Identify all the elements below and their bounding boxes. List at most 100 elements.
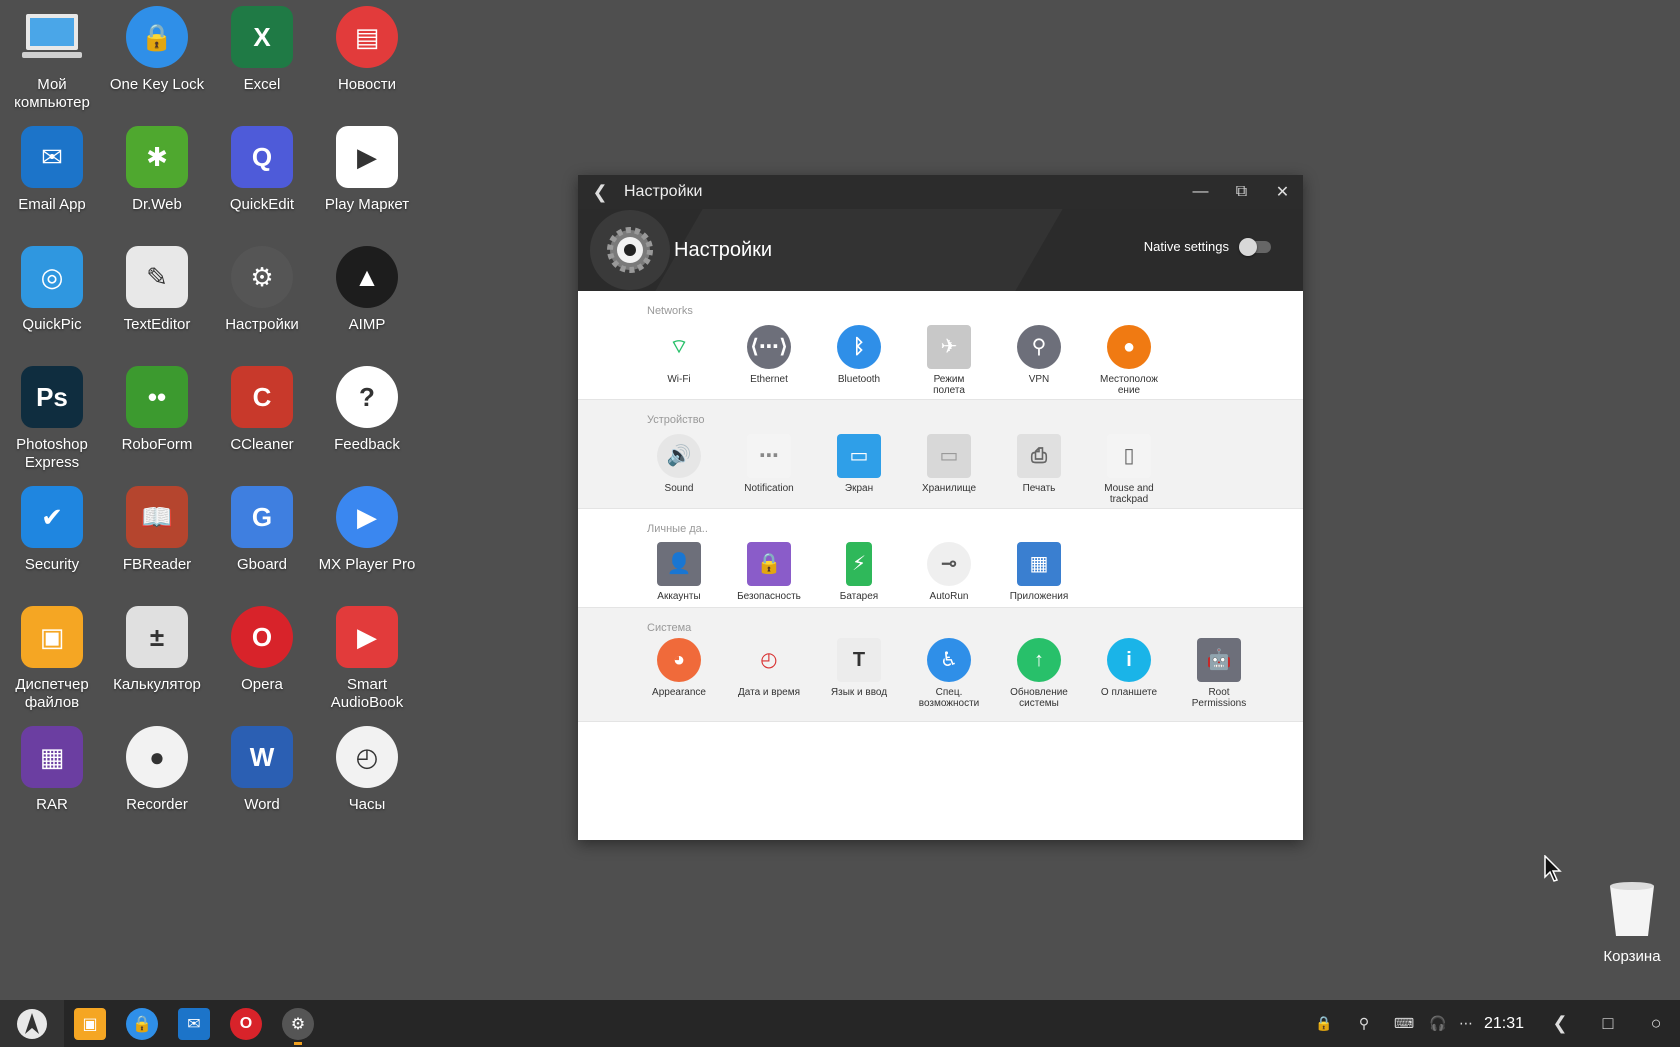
desktop-shortcut-excel[interactable]: X Excel [207, 6, 317, 94]
desktop-shortcut-book[interactable]: 📖 FBReader [102, 486, 212, 574]
lock-icon[interactable]: 🔒 [1304, 1015, 1344, 1032]
settings-item-language[interactable]: T Язык и ввод [814, 638, 904, 709]
desktop-shortcut-computer[interactable]: Мой компьютер [0, 6, 107, 112]
settings-item-vpn[interactable]: ⚲ VPN [994, 325, 1084, 396]
native-settings-label: Native settings [1143, 239, 1229, 254]
desktop-shortcut-recorder[interactable]: ● Recorder [102, 726, 212, 814]
settings-item-accessibility[interactable]: ♿ Спец. возможности [904, 638, 994, 709]
trash-label: Корзина [1603, 948, 1661, 965]
bluetooth-icon: ᛒ [837, 325, 881, 369]
desktop-shortcut-clock[interactable]: ◴ Часы [312, 726, 422, 814]
appearance-icon: ◕ [657, 638, 701, 682]
lock-icon: 🔒 [126, 6, 188, 68]
desktop-shortcut-roboform[interactable]: •• RoboForm [102, 366, 212, 454]
settings-item-wifi[interactable]: ⌔ Wi-Fi [634, 325, 724, 396]
lock-icon: 🔒 [126, 1007, 158, 1040]
word-icon: W [231, 726, 293, 788]
settings-item-autorun[interactable]: ⊸ AutoRun [904, 542, 994, 602]
taskbar-app-settings[interactable]: ⚙ [272, 1000, 324, 1047]
gear-icon [590, 210, 670, 290]
desktop-shortcut-audiobook[interactable]: ▶ Smart AudioBook [312, 606, 422, 712]
settings-item-label: Безопасность [737, 591, 801, 602]
photoshop-icon: Ps [21, 366, 83, 428]
back-button[interactable]: ❮ [578, 182, 622, 203]
settings-item-label: Печать [1022, 483, 1056, 494]
taskbar-app-one-key-lock[interactable]: 🔒 [116, 1000, 168, 1047]
autorun-icon: ⊸ [927, 542, 971, 586]
desktop-shortcut-keyboard[interactable]: G Gboard [207, 486, 317, 574]
settings-item-account[interactable]: 👤 Аккаунты [634, 542, 724, 602]
desktop-shortcut-picture[interactable]: ◎ QuickPic [0, 246, 107, 334]
desktop-shortcut-pen[interactable]: ✎ TextEditor [102, 246, 212, 334]
desktop-shortcut-lock[interactable]: 🔒 One Key Lock [102, 6, 212, 94]
settings-item-printer[interactable]: ⎙ Печать [994, 434, 1084, 505]
desktop-shortcut-rar[interactable]: ▦ RAR [0, 726, 107, 814]
settings-item-update[interactable]: ↑ Обновление системы [994, 638, 1084, 709]
desktop-shortcut-label: AIMP [348, 316, 386, 333]
taskbar-app-file-manager[interactable]: ▣ [64, 1000, 116, 1047]
desktop-shortcut-edit[interactable]: Q QuickEdit [207, 126, 317, 214]
desktop-shortcut-opera[interactable]: O Opera [207, 606, 317, 694]
settings-item-display[interactable]: ▭ Экран [814, 434, 904, 505]
ethernet-icon[interactable]: ⋯ [1452, 1015, 1480, 1032]
settings-item-ethernet[interactable]: ⟨⋯⟩ Ethernet [724, 325, 814, 396]
keyboard-icon[interactable]: ⌨ [1384, 1015, 1424, 1032]
settings-item-sound[interactable]: 🔊 Sound [634, 434, 724, 505]
trash-shortcut[interactable]: Корзина [1592, 880, 1672, 965]
taskbar-app-email-app[interactable]: ✉ [168, 1000, 220, 1047]
taskbar-app-opera[interactable]: O [220, 1000, 272, 1047]
maximize-button[interactable]: ⧉ [1221, 183, 1262, 201]
desktop-shortcut-label: Новости [337, 76, 397, 93]
desktop-shortcut-play[interactable]: ▶ MX Player Pro [312, 486, 422, 574]
settings-item-location[interactable]: ● Местополож ение [1084, 325, 1174, 396]
desktop-shortcut-aimp[interactable]: ▲ AIMP [312, 246, 422, 334]
opera-icon: O [230, 1007, 262, 1040]
section-title: Система [647, 622, 692, 634]
nav-home-button[interactable]: ○ [1632, 1013, 1680, 1034]
settings-item-storage[interactable]: ▭ Хранилище [904, 434, 994, 505]
gear-icon: ⚙ [282, 1007, 314, 1040]
start-button[interactable] [0, 1000, 64, 1047]
computer-icon [21, 6, 83, 68]
headphones-icon[interactable]: 🎧 [1424, 1015, 1452, 1032]
airplane-mode-icon: ✈ [927, 325, 971, 369]
settings-item-appearance[interactable]: ◕ Appearance [634, 638, 724, 709]
desktop-shortcut-play-store[interactable]: ▶ Play Маркет [312, 126, 422, 214]
edit-icon: Q [231, 126, 293, 188]
desktop-shortcut-mail[interactable]: ✉ Email App [0, 126, 107, 214]
native-settings-toggle[interactable] [1239, 237, 1271, 256]
desktop-shortcut-ccleaner[interactable]: C CCleaner [207, 366, 317, 454]
close-button[interactable]: ✕ [1262, 182, 1303, 202]
desktop-shortcut-calculator[interactable]: ± Калькулятор [102, 606, 212, 694]
desktop-shortcut-shield[interactable]: ✔ Security [0, 486, 107, 574]
settings-item-android[interactable]: 🤖 Root Permissions [1174, 638, 1264, 709]
settings-item-label: Аккаунты [657, 591, 701, 602]
settings-item-security-lock[interactable]: 🔒 Безопасность [724, 542, 814, 602]
settings-item-airplane-mode[interactable]: ✈ Режим полета [904, 325, 994, 396]
settings-item-mouse[interactable]: ▯ Mouse and trackpad [1084, 434, 1174, 505]
desktop-shortcut-folder[interactable]: ▣ Диспетчер файлов [0, 606, 107, 712]
window-titlebar[interactable]: ❮ Настройки — ⧉ ✕ [578, 175, 1303, 209]
info-icon: i [1107, 638, 1151, 682]
settings-item-apps[interactable]: ▦ Приложения [994, 542, 1084, 602]
battery-icon: ⚡ [846, 542, 872, 586]
settings-item-battery[interactable]: ⚡ Батарея [814, 542, 904, 602]
settings-item-clock[interactable]: ◴ Дата и время [724, 638, 814, 709]
desktop-shortcut-news[interactable]: ▤ Новости [312, 6, 422, 94]
window-title: Настройки [624, 183, 703, 200]
settings-item-info[interactable]: i О планшете [1084, 638, 1174, 709]
desktop-shortcut-photoshop[interactable]: Ps Photoshop Express [0, 366, 107, 472]
nav-recents-button[interactable]: □ [1584, 1013, 1632, 1034]
settings-item-notification[interactable]: ⋯ Notification [724, 434, 814, 505]
desktop-shortcut-gear[interactable]: ⚙ Настройки [207, 246, 317, 334]
account-icon: 👤 [657, 542, 701, 586]
desktop-shortcut-question[interactable]: ? Feedback [312, 366, 422, 454]
search-icon[interactable]: ⚲ [1344, 1015, 1384, 1032]
settings-item-bluetooth[interactable]: ᛒ Bluetooth [814, 325, 904, 396]
desktop-shortcut-word[interactable]: W Word [207, 726, 317, 814]
minimize-button[interactable]: — [1180, 183, 1221, 201]
nav-back-button[interactable]: ❮ [1536, 1013, 1584, 1034]
desktop-shortcut-spider[interactable]: ✱ Dr.Web [102, 126, 212, 214]
spider-icon: ✱ [126, 126, 188, 188]
clock[interactable]: 21:31 [1480, 1015, 1536, 1033]
